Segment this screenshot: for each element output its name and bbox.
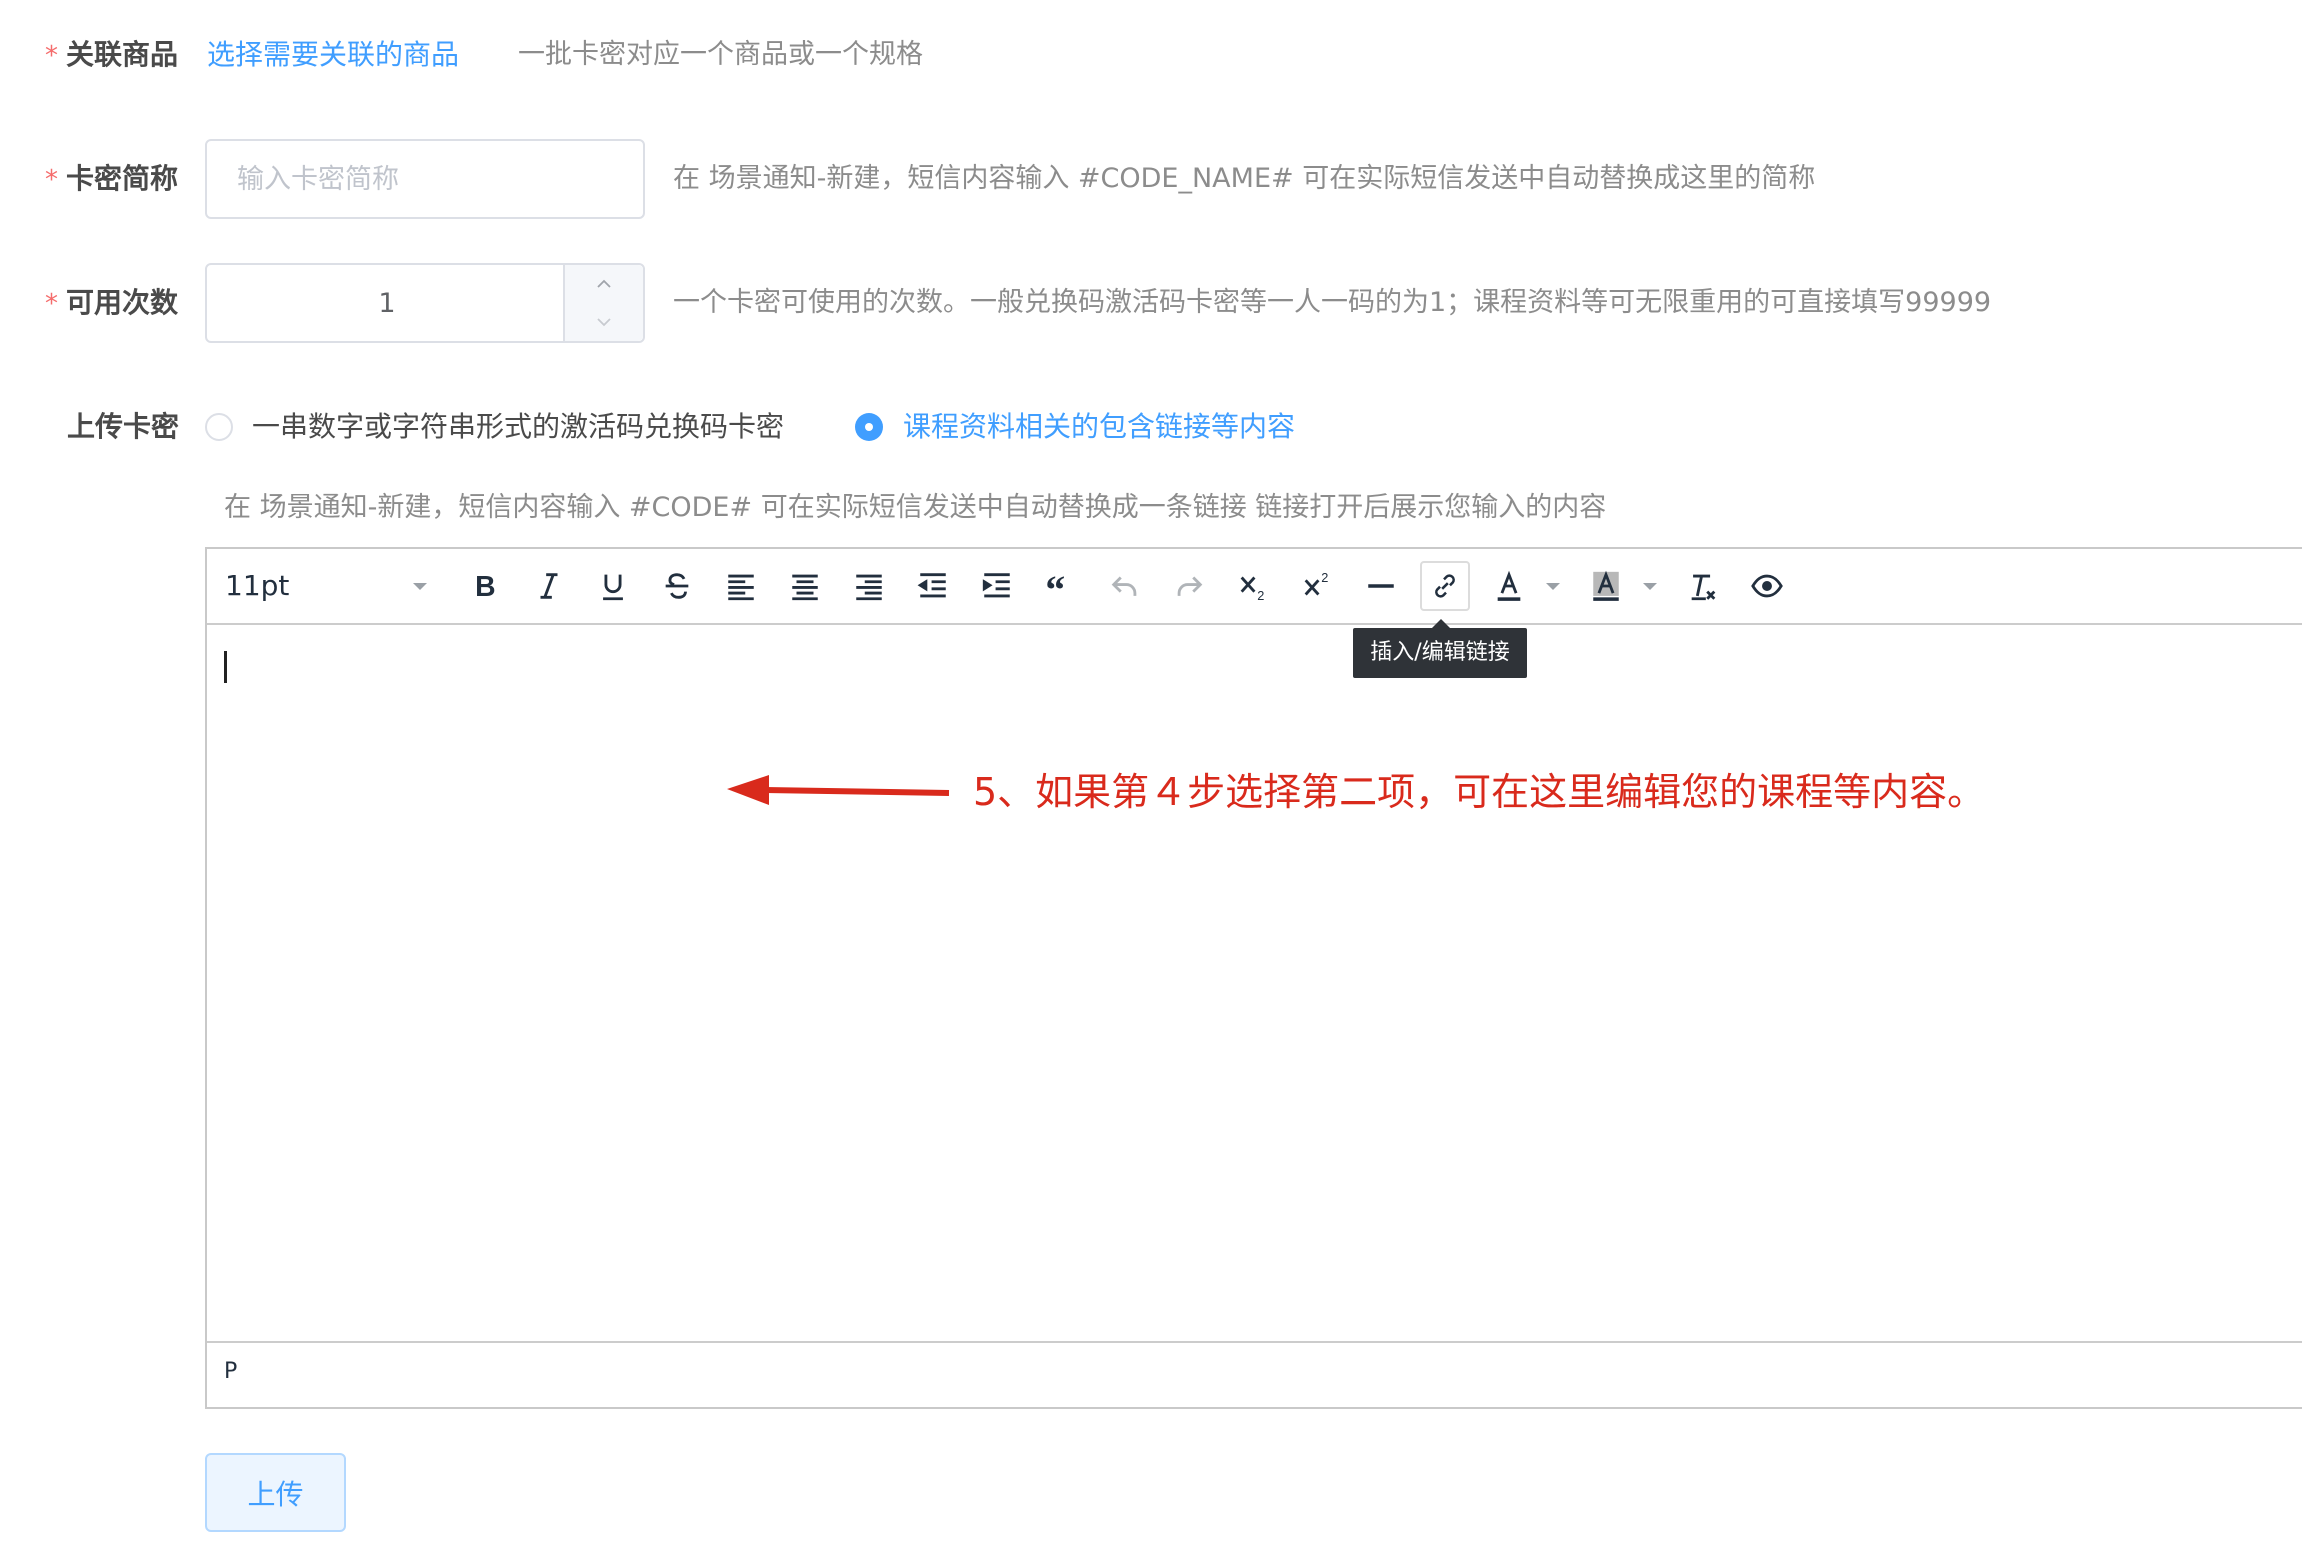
horizontal-rule-icon	[1368, 584, 1394, 588]
undo-button[interactable]	[1100, 561, 1150, 611]
clear-format-icon	[1691, 574, 1716, 601]
background-color-button[interactable]	[1581, 561, 1631, 611]
svg-text:“: “	[1045, 569, 1065, 603]
annotation-arrow-icon	[727, 775, 950, 805]
chevron-up-icon	[597, 279, 611, 288]
undo-icon	[1111, 576, 1137, 596]
preview-button[interactable]	[1742, 561, 1792, 611]
uses-input[interactable]: 1	[207, 265, 567, 341]
align-right-icon	[856, 574, 882, 601]
outdent-button[interactable]	[908, 561, 958, 611]
underline-button[interactable]	[588, 561, 638, 611]
redo-button[interactable]	[1164, 561, 1214, 611]
select-product-link[interactable]: 选择需要关联的商品	[207, 35, 459, 75]
superscript-icon: 2	[1304, 570, 1328, 596]
radio-code-string-label[interactable]: 一串数字或字符串形式的激活码兑换码卡密	[252, 407, 784, 447]
uses-hint: 一个卡密可使用的次数。一般兑换码激活码卡密等一人一码的为1；课程资料等可无限重用…	[673, 287, 1992, 318]
italic-icon	[540, 573, 558, 599]
editor-toolbar: 11pt B “ 2 2	[207, 549, 2302, 625]
strikethrough-button[interactable]	[652, 561, 702, 611]
align-center-icon	[792, 574, 818, 601]
svg-text:2: 2	[1321, 570, 1328, 585]
horizontal-rule-button[interactable]	[1356, 561, 1406, 611]
stepper-controls	[563, 265, 643, 341]
background-color-icon	[1593, 570, 1619, 601]
product-hint: 一批卡密对应一个商品或一个规格	[518, 39, 923, 70]
decrement-button[interactable]	[565, 303, 643, 341]
required-mark: *	[45, 289, 58, 319]
chevron-down-icon	[1546, 583, 1560, 590]
indent-icon	[982, 573, 1010, 598]
blockquote-button[interactable]: “	[1036, 561, 1086, 611]
element-path[interactable]: P	[224, 1359, 237, 1384]
short-name-hint: 在 场景通知-新建，短信内容输入 #CODE_NAME# 可在实际短信发送中自动…	[673, 163, 1816, 194]
annotation-text: 5、如果第４步选择第二项，可在这里编辑您的课程等内容。	[973, 770, 1986, 814]
uses-label: * 可用次数	[45, 286, 179, 319]
font-size-select[interactable]: 11pt	[225, 561, 435, 611]
uses-stepper: 1	[205, 263, 645, 343]
chevron-down-icon	[597, 318, 611, 327]
subscript-icon: 2	[1240, 576, 1264, 603]
short-name-label: * 卡密简称	[45, 162, 179, 195]
svg-text:B: B	[475, 571, 495, 603]
outdent-icon	[917, 573, 946, 598]
editor-content-area[interactable]	[207, 625, 2302, 1343]
chevron-down-icon	[413, 583, 427, 590]
blockquote-icon: “	[1045, 569, 1065, 603]
preview-icon	[1751, 574, 1783, 598]
align-center-button[interactable]	[780, 561, 830, 611]
short-name-field	[205, 139, 645, 219]
radio-course-content-label[interactable]: 课程资料相关的包含链接等内容	[903, 407, 1295, 447]
italic-button[interactable]	[524, 561, 574, 611]
align-right-button[interactable]	[844, 561, 894, 611]
upload-type-hint: 在 场景通知-新建，短信内容输入 #CODE# 可在实际短信发送中自动替换成一条…	[224, 492, 1607, 523]
required-mark: *	[45, 41, 58, 71]
redo-icon	[1177, 576, 1203, 596]
strikethrough-icon	[665, 573, 689, 599]
indent-button[interactable]	[972, 561, 1022, 611]
editor-statusbar: P	[207, 1341, 2302, 1407]
underline-icon	[603, 574, 623, 601]
text-color-button[interactable]	[1484, 561, 1534, 611]
align-left-icon	[728, 574, 754, 601]
link-tooltip: 插入/编辑链接	[1353, 619, 1527, 678]
text-cursor	[224, 651, 227, 683]
radio-code-string[interactable]	[205, 413, 233, 441]
subscript-button[interactable]: 2	[1228, 561, 1278, 611]
link-button[interactable]	[1420, 561, 1470, 611]
upload-type-label: 上传卡密	[67, 410, 180, 443]
text-color-icon	[1497, 570, 1521, 601]
required-mark: *	[45, 165, 58, 195]
increment-button[interactable]	[565, 265, 643, 304]
superscript-button[interactable]: 2	[1292, 561, 1342, 611]
upload-button[interactable]: 上传	[205, 1453, 346, 1532]
chevron-down-icon	[1643, 583, 1657, 590]
bold-button[interactable]: B	[460, 561, 510, 611]
rich-text-editor: 11pt B “ 2 2 P	[205, 547, 2302, 1409]
radio-course-content[interactable]	[855, 413, 883, 441]
align-left-button[interactable]	[716, 561, 766, 611]
font-size-value: 11pt	[225, 569, 290, 602]
clear-format-button[interactable]	[1678, 561, 1728, 611]
bold-icon: B	[475, 571, 495, 603]
product-label: * 关联商品	[45, 38, 179, 71]
svg-text:2: 2	[1257, 588, 1264, 603]
short-name-input[interactable]	[207, 141, 643, 217]
link-icon	[1435, 574, 1455, 598]
